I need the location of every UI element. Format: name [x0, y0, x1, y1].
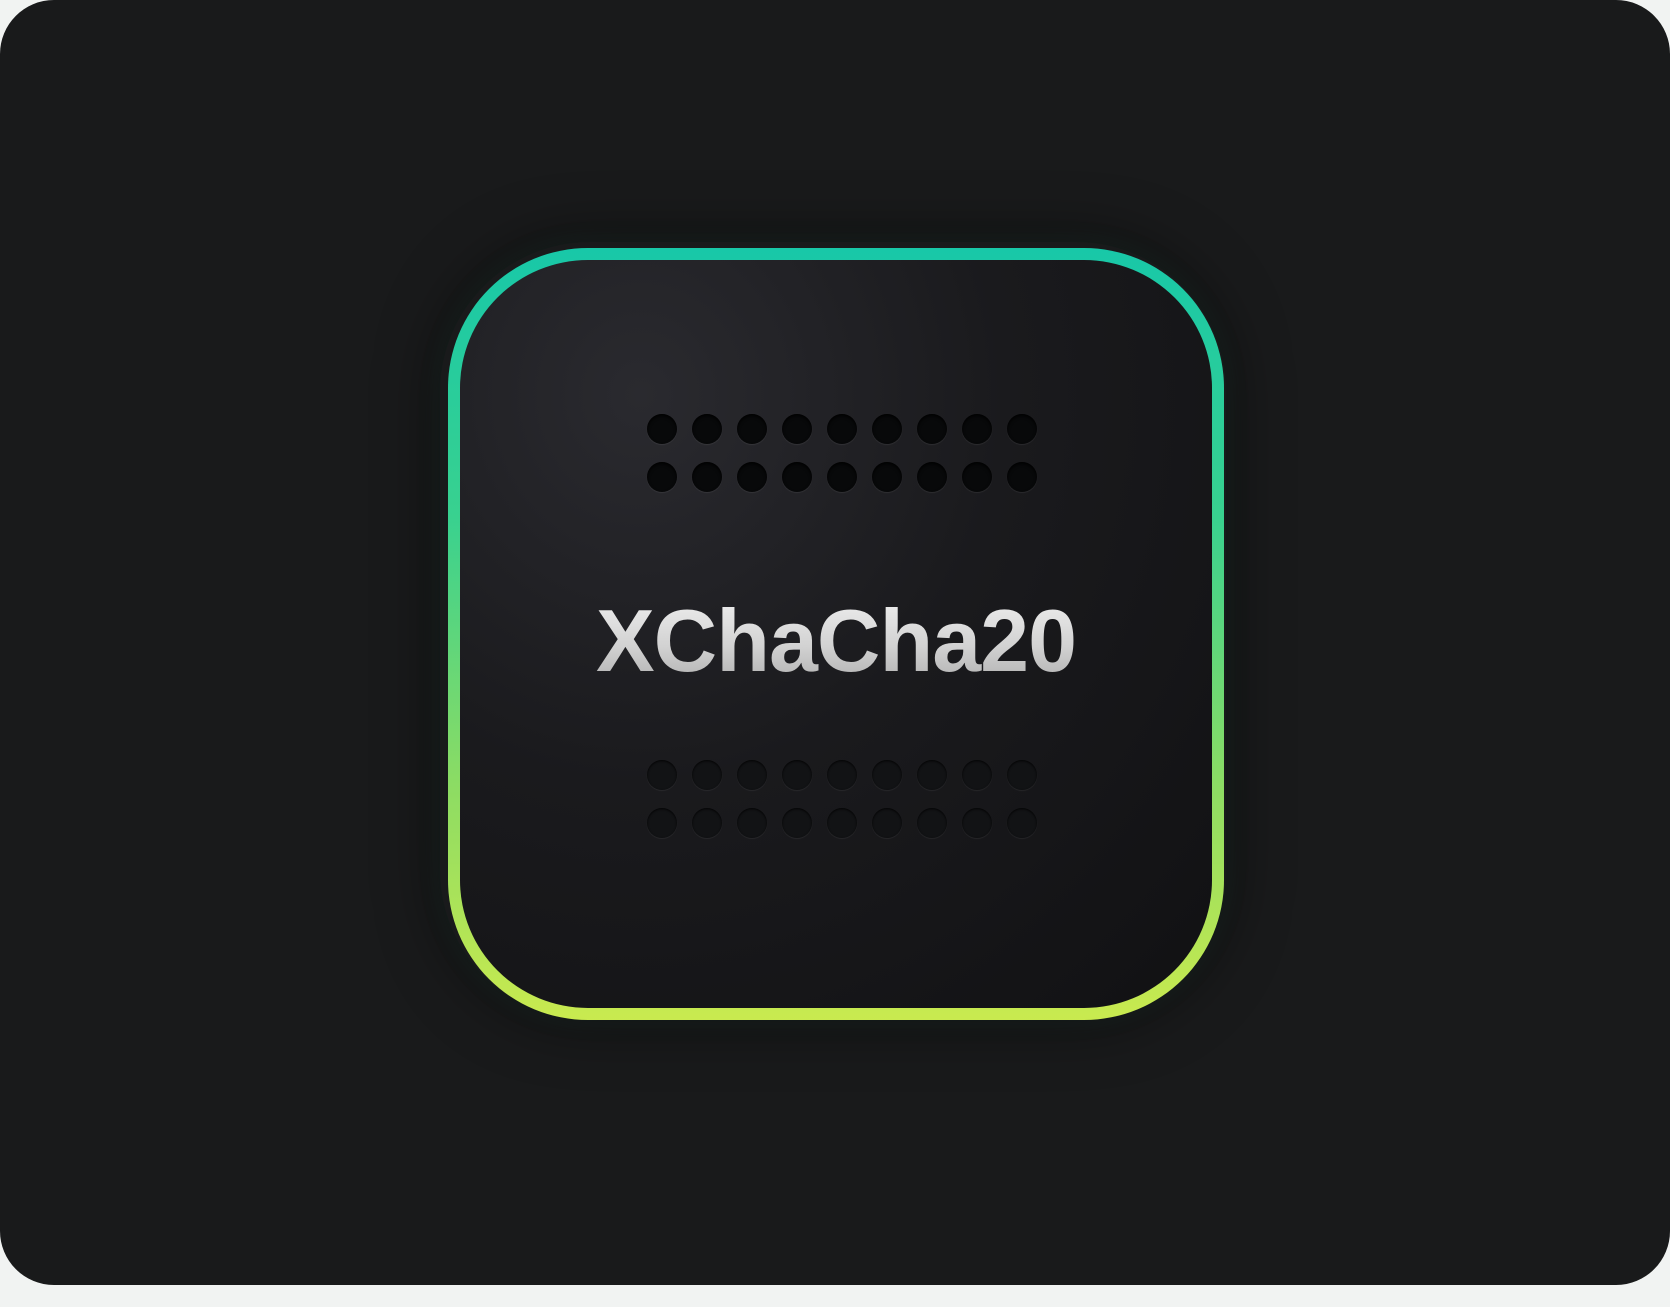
chip-icon: XChaCha20 [460, 260, 1212, 1008]
vent-dot [872, 808, 902, 838]
vent-dot [1007, 760, 1037, 790]
vent-dot [737, 808, 767, 838]
vent-dot [1007, 808, 1037, 838]
vent-dot [692, 760, 722, 790]
background-card: XChaCha20 [0, 0, 1670, 1285]
vent-dot [872, 760, 902, 790]
vent-dot [1007, 462, 1037, 492]
vent-dot [827, 414, 857, 444]
vent-dot [1007, 414, 1037, 444]
vent-dot [692, 462, 722, 492]
vent-dot [647, 808, 677, 838]
vent-dot [962, 462, 992, 492]
vent-dot [917, 414, 947, 444]
vent-dot [962, 414, 992, 444]
chip-border: XChaCha20 [448, 248, 1224, 1020]
vent-dot [737, 414, 767, 444]
vent-dot [647, 760, 677, 790]
vent-dot [962, 760, 992, 790]
vent-dot [782, 760, 812, 790]
vent-dot [917, 760, 947, 790]
vent-dot [872, 414, 902, 444]
vent-dot [782, 808, 812, 838]
vent-dot [827, 760, 857, 790]
vent-dot [737, 462, 767, 492]
vent-dot [827, 808, 857, 838]
vent-dot [647, 414, 677, 444]
vent-dot [647, 462, 677, 492]
vent-dot [917, 462, 947, 492]
vent-dot [962, 808, 992, 838]
vent-dot [692, 808, 722, 838]
vent-dot [827, 462, 857, 492]
vent-dot [872, 462, 902, 492]
vent-dot [737, 760, 767, 790]
vent-dot [692, 414, 722, 444]
chip-label: XChaCha20 [460, 590, 1212, 692]
vent-dot [782, 462, 812, 492]
vent-dot [917, 808, 947, 838]
bottom-dot-grid [647, 760, 1037, 838]
vent-dot [782, 414, 812, 444]
top-dot-grid [647, 414, 1037, 492]
